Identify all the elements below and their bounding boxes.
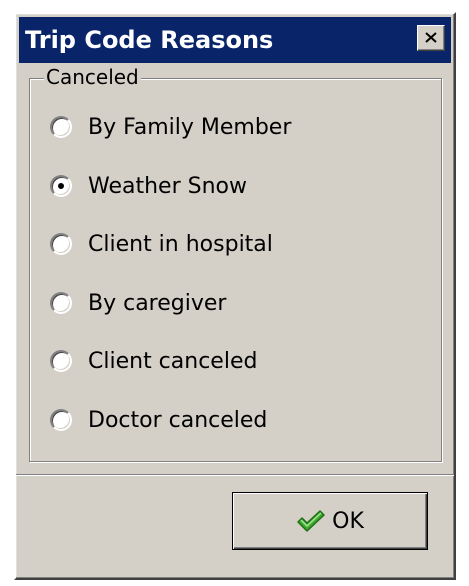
- ok-button-content: OK: [296, 509, 364, 534]
- radio-button[interactable]: [50, 175, 72, 197]
- radio-label: By Family Member: [88, 114, 292, 140]
- radio-option-client-canceled[interactable]: Client canceled: [50, 343, 420, 379]
- radio-button[interactable]: [50, 292, 72, 314]
- ok-button[interactable]: OK: [232, 492, 428, 550]
- close-button[interactable]: [417, 25, 445, 51]
- radio-option-by-caregiver[interactable]: By caregiver: [50, 285, 420, 321]
- canceled-groupbox: Canceled By Family Member Weather Snow C…: [29, 63, 442, 462]
- radio-button[interactable]: [50, 409, 72, 431]
- radio-label: Weather Snow: [88, 173, 247, 199]
- trip-code-reasons-dialog: Trip Code Reasons Canceled By Family Mem…: [14, 12, 456, 580]
- radio-option-client-in-hospital[interactable]: Client in hospital: [50, 226, 420, 262]
- title-bar: Trip Code Reasons: [19, 17, 451, 63]
- radio-button[interactable]: [50, 116, 72, 138]
- radio-label: Doctor canceled: [88, 407, 268, 433]
- radio-option-doctor-canceled[interactable]: Doctor canceled: [50, 402, 420, 438]
- group-label: Canceled: [44, 63, 141, 91]
- ok-button-label: OK: [332, 508, 364, 534]
- radio-label: Client in hospital: [88, 231, 273, 257]
- radio-label: By caregiver: [88, 290, 227, 316]
- separator: [16, 474, 454, 476]
- radio-button[interactable]: [50, 350, 72, 372]
- radio-button[interactable]: [50, 233, 72, 255]
- close-icon: [425, 32, 437, 43]
- radio-option-weather-snow[interactable]: Weather Snow: [50, 168, 420, 204]
- checkmark-icon: [297, 510, 325, 532]
- radio-option-by-family-member[interactable]: By Family Member: [50, 109, 420, 145]
- dialog-title: Trip Code Reasons: [25, 26, 274, 54]
- radio-label: Client canceled: [88, 348, 258, 374]
